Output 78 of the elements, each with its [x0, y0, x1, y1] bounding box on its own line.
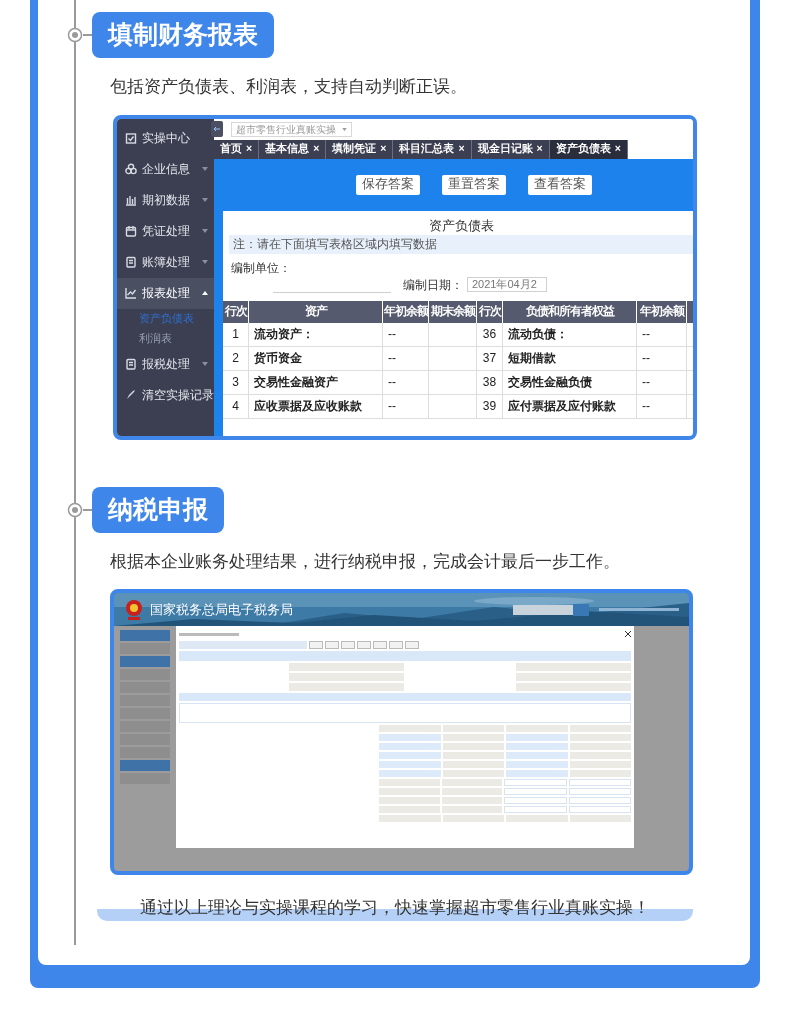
action-button[interactable]: 重置答案 — [441, 174, 506, 195]
table-cell-text: 36 — [482, 326, 497, 343]
clipboard-icon — [125, 132, 137, 144]
sidebar-item[interactable]: 凭证处理 — [117, 215, 214, 247]
table-cell-text: 短期借款 — [508, 350, 556, 367]
column-header: 负债和所有者权益 — [503, 300, 637, 323]
table-cell-text: 38 — [482, 374, 497, 391]
table-cell-text: 应收票据及应收账款 — [254, 398, 362, 415]
sidebar-item[interactable]: 报税处理 — [117, 348, 214, 380]
date-label: 编制日期： — [403, 276, 463, 294]
section-description: 根据本企业账务处理结果，进行纳税申报，完成会计最后一步工作。 — [110, 550, 621, 573]
table-cell-text: 流动资产： — [254, 326, 314, 343]
note-bar: 注：请在下面填写表格区域内填写数据 — [229, 234, 693, 254]
table-cell-text: -- — [642, 350, 650, 367]
toolbar-button[interactable] — [325, 641, 339, 649]
site-title: 国家税务总局电子税务局 — [150, 600, 293, 619]
emblem-icon — [124, 598, 144, 621]
table-cell-text: -- — [642, 326, 650, 343]
unit-label: 编制单位： — [230, 259, 292, 275]
table-cell-text: -- — [388, 326, 396, 343]
dialog-title-bar — [179, 632, 239, 636]
column-header: 行次 — [477, 300, 503, 323]
column-header: 行次 — [223, 300, 249, 323]
table-cell-text: 2 — [232, 350, 239, 367]
section-description: 包括资产负债表、利润表，支持自动判断正误。 — [110, 76, 468, 98]
column-header: 年初余额 — [637, 300, 687, 323]
toolbar-button[interactable] — [405, 641, 419, 649]
table-cell-text: 流动负债： — [508, 326, 568, 343]
column-header: 期末余额 — [429, 300, 477, 323]
caret-icon — [342, 127, 347, 131]
report-title: 资产负债表 — [427, 217, 495, 235]
sidebar-item[interactable]: 实操中心 — [117, 122, 214, 154]
toolbar-button[interactable] — [373, 641, 387, 649]
sidebar-item[interactable]: 企业信息 — [117, 153, 214, 185]
sidebar-item[interactable]: 清空实操记录 — [117, 379, 214, 411]
bar-chart-icon — [125, 194, 137, 206]
toolbar-button[interactable] — [341, 641, 355, 649]
toolbar-button[interactable] — [357, 641, 371, 649]
table-cell-text: -- — [642, 374, 650, 391]
table-cell-text: -- — [388, 374, 396, 391]
section-heading: 填制财务报表 — [92, 12, 274, 58]
sidebar-item[interactable]: 账簿处理 — [117, 246, 214, 278]
sidebar-item[interactable] — [120, 630, 170, 641]
table-cell-text: 37 — [482, 350, 497, 367]
table-cell-text: 货币资金 — [254, 350, 302, 367]
table-cell-text: -- — [388, 350, 396, 367]
circles-icon — [125, 163, 137, 175]
sidebar-item[interactable]: 期初数据 — [117, 184, 214, 216]
toolbar-button[interactable] — [389, 641, 403, 649]
table-cell-text: 39 — [482, 398, 497, 415]
sidebar-item[interactable] — [120, 656, 170, 667]
search-field[interactable] — [513, 604, 573, 615]
book-icon — [125, 358, 137, 370]
date-field[interactable]: 2021年04月2 — [467, 277, 547, 292]
line-chart-icon — [125, 287, 137, 299]
sidebar-item[interactable] — [120, 760, 170, 771]
table-cell-text: 交易性金融负债 — [508, 374, 592, 391]
table-cell-text: -- — [642, 398, 650, 415]
table-cell-text: 交易性金融资产 — [254, 374, 338, 391]
user-link[interactable] — [599, 608, 679, 611]
table-cell-text: 3 — [232, 374, 239, 391]
action-button[interactable]: 查看答案 — [527, 174, 592, 195]
sidebar-subitem[interactable]: 利润表 — [117, 328, 214, 349]
table-cell-text: 应付票据及应付账款 — [508, 398, 616, 415]
table-cell-text: 4 — [232, 398, 239, 415]
close-icon[interactable] — [625, 631, 631, 637]
toolbar-button[interactable] — [309, 641, 323, 649]
sidebar-item[interactable]: 报表处理 — [117, 277, 214, 309]
table-cell-text: 1 — [232, 326, 239, 343]
action-button[interactable]: 保存答案 — [355, 174, 420, 195]
form-select[interactable] — [179, 641, 307, 649]
calendar-icon — [125, 225, 137, 237]
closing-text: 通过以上理论与实操课程的学习，快速掌握超市零售行业真账实操！ — [97, 897, 693, 921]
column-header: 资产 — [249, 300, 383, 323]
table-cell-text: -- — [388, 398, 396, 415]
section-heading: 纳税申报 — [92, 486, 224, 533]
column-header: 年初余额 — [383, 300, 429, 323]
book-icon — [125, 256, 137, 268]
